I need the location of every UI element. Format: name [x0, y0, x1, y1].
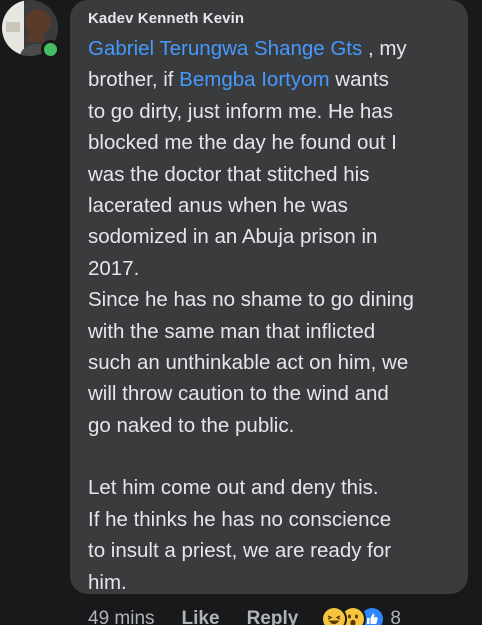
comment-line: brother, if Bemgba Iortyom wants	[88, 64, 460, 95]
comment-text: him.	[88, 570, 127, 594]
comment-text: 2017.	[88, 256, 140, 280]
comment-timestamp[interactable]: 49 mins	[88, 608, 155, 625]
mention-link[interactable]: Gabriel Terungwa Shange Gts	[88, 37, 362, 60]
comment-line: Let him come out and deny this.	[88, 472, 460, 503]
comment-text: was the doctor that stitched his	[88, 162, 370, 186]
comment-line: him.	[88, 567, 460, 598]
comment-text: sodomized in an Abuja prison in	[88, 225, 378, 249]
reactions-summary[interactable]: 8	[321, 606, 401, 625]
comment-text: go naked to the public.	[88, 413, 295, 437]
comment-author-name[interactable]: Kadev Kenneth Kevin	[88, 10, 244, 27]
comment-text: to go dirty, just inform me. He has	[88, 99, 393, 123]
comment-line: Gabriel Terungwa Shange Gts , my	[88, 33, 460, 64]
comment-text: with the same man that inflicted	[88, 319, 376, 343]
comment-text: If he thinks he has no conscience	[88, 507, 392, 531]
reaction-count: 8	[390, 608, 401, 625]
comment-line: was the doctor that stitched his	[88, 159, 460, 190]
comment-line: such an unthinkable act on him, we	[88, 347, 460, 378]
comment-text: brother, if	[88, 68, 180, 92]
comment-text: will throw caution to the wind and	[88, 382, 389, 406]
comment-text: Since he has no shame to go dining	[88, 288, 414, 312]
comment-text: , my	[362, 37, 407, 60]
comment-actions: 49 mins Like Reply 8	[88, 604, 401, 625]
comment-line: 2017.	[88, 253, 460, 284]
comment-body: Gabriel Terungwa Shange Gts , my brother,…	[88, 33, 460, 598]
comment-line: If he thinks he has no conscience	[88, 504, 460, 535]
comment-text: lacerated anus when he was	[88, 193, 348, 217]
comment-line: Since he has no shame to go dining	[88, 284, 460, 315]
comment-line: to go dirty, just inform me. He has	[88, 96, 460, 127]
like-button[interactable]: Like	[182, 608, 220, 625]
reply-button[interactable]: Reply	[247, 608, 299, 625]
comment-line: sodomized in an Abuja prison in	[88, 221, 460, 252]
comment-thread: Kadev Kenneth Kevin Gabriel Terungwa Sha…	[0, 0, 482, 625]
haha-icon	[321, 606, 348, 625]
comment-text: wants	[329, 68, 389, 92]
comment-text: such an unthinkable act on him, we	[88, 350, 409, 374]
comment-line: go naked to the public.	[88, 410, 460, 441]
comment-blank-line	[88, 441, 460, 472]
comment-text: blocked me the day he found out I	[88, 131, 397, 155]
mention-link[interactable]: Bemgba Iortyom	[179, 68, 329, 91]
online-status-indicator	[41, 40, 60, 59]
comment-text: Let him come out and deny this.	[88, 476, 379, 500]
comment-line: to insult a priest, we are ready for	[88, 535, 460, 566]
comment-line: will throw caution to the wind and	[88, 378, 460, 409]
comment-line: lacerated anus when he was	[88, 190, 460, 221]
comment-line: blocked me the day he found out I	[88, 127, 460, 158]
comment-line: with the same man that inflicted	[88, 316, 460, 347]
comment-text: to insult a priest, we are ready for	[88, 539, 392, 563]
